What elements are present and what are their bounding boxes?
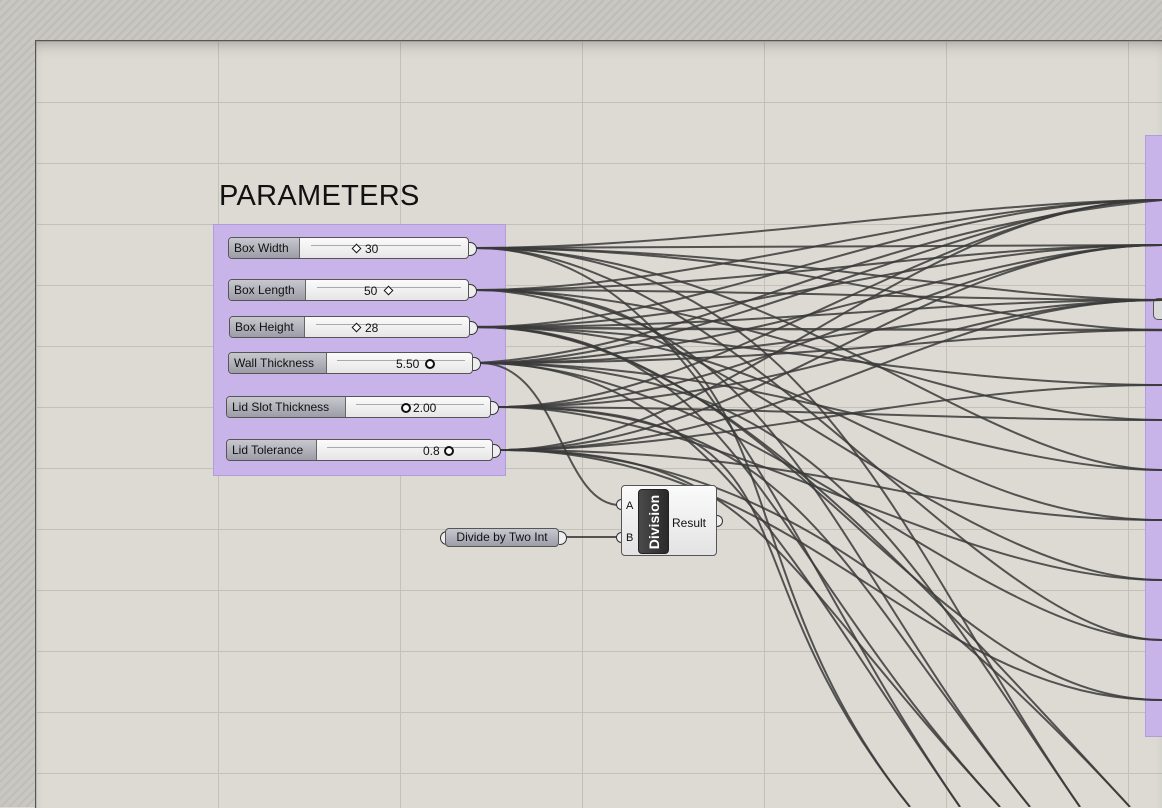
slider-track[interactable] [311,245,461,246]
slider-label: Box Width [229,238,300,258]
wire [479,362,1081,807]
slider-box-height[interactable]: Box Height 28 [229,316,470,338]
slider-label: Wall Thickness [229,353,327,373]
slider-label: Box Height [230,317,305,337]
input-a-label: A [626,500,634,512]
slider-label: Lid Tolerance [227,440,317,460]
slider-wall-thickness[interactable]: Wall Thickness 5.50 [228,352,473,374]
slider-track[interactable] [327,447,485,448]
slider-value: 5.50 [396,357,420,371]
slider-value: 2.00 [413,401,437,415]
slider-label: Lid Slot Thickness [227,397,346,417]
wire [476,326,1162,701]
input-b-label: B [626,532,634,544]
slider-value: 28 [365,321,379,335]
wires-layer [475,199,1162,807]
wire [497,406,1162,581]
slider-track[interactable] [316,324,462,325]
slider-label: Box Length [229,280,306,300]
wire [475,247,1162,471]
slider-value: 30 [365,242,379,256]
division-component[interactable]: A B Division Result [621,485,717,556]
slider-box-length[interactable]: Box Length 50 [228,279,469,301]
wire [497,199,1162,408]
wire [499,449,1131,807]
slider-knob-icon[interactable] [444,446,454,456]
wire [475,247,1162,331]
slider-lid-tolerance[interactable]: Lid Tolerance 0.8 [226,439,493,461]
wire [476,326,1001,807]
division-title: Division [645,494,662,549]
slider-value: 0.8 [423,444,440,458]
divide-by-two-param[interactable]: Divide by Two Int [445,528,559,547]
division-core: Division [638,489,669,554]
wire [499,449,1162,701]
wire [497,406,911,807]
slider-knob-icon[interactable] [401,403,411,413]
result-output-label: Result [672,516,707,530]
slider-value: 50 [364,284,378,298]
slider-box-width[interactable]: Box Width 30 [228,237,469,259]
slider-knob-icon[interactable] [425,359,435,369]
slider-lid-slot-thickness[interactable]: Lid Slot Thickness 2.00 [226,396,491,418]
wire [479,244,1162,364]
